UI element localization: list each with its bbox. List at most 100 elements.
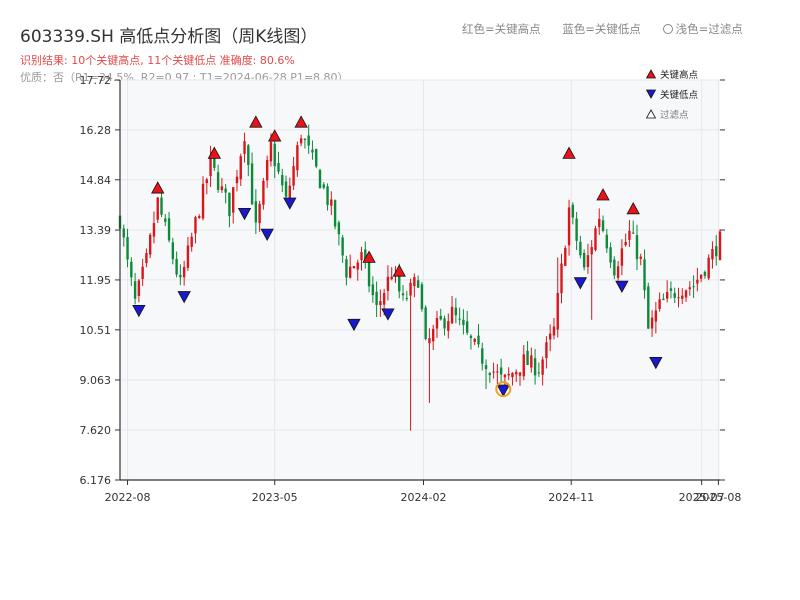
candle-body [684,290,688,298]
candle-body [654,310,658,322]
candle-body [156,197,159,220]
legend-item-filtered[interactable]: 过滤点 [646,104,698,124]
candle-body [541,359,544,375]
candle-body [379,301,382,306]
candle-body [209,156,212,177]
candle-body [616,266,620,279]
x-tick-label: 2022-08 [105,491,151,504]
candle-body [171,242,175,260]
candle-body [688,287,692,290]
y-tick-label: 6.176 [80,474,112,487]
candle-body [205,179,208,184]
candle-body [311,149,314,153]
candle-body [284,181,288,197]
candle-body [348,266,352,278]
candle-body [669,288,673,291]
candle-body [186,245,190,268]
candle-body [152,222,156,237]
candle-body [450,306,454,324]
candle-body [326,186,329,206]
candle-body [175,258,178,275]
candle-body [552,326,556,336]
candle-body [613,259,616,276]
candle-body [262,180,265,205]
candle-body [367,262,371,287]
candle-body [477,335,480,345]
candle-body [228,192,231,217]
candle-body [345,259,348,278]
candle-body [360,252,363,261]
candle-body [492,371,495,373]
legend-item-low[interactable]: 关键低点 [646,84,698,104]
candle-body [122,228,125,238]
blue-triangle-down-icon [646,89,656,99]
y-tick-label: 17.72 [80,74,112,87]
candle-body [624,241,627,246]
candle-body [571,204,575,218]
candle-body [469,335,473,339]
candle-body [420,284,424,310]
candle-body [590,247,593,255]
candle-body [511,372,514,378]
candle-body [435,318,439,329]
candle-body [292,166,295,186]
candle-body [179,274,182,278]
candle-body [443,318,446,329]
candle-body [462,319,465,325]
candle-body [481,348,484,364]
candle-body [213,158,216,168]
x-tick-label: 2024-11 [548,491,594,504]
candle-body [518,372,522,376]
candle-body [164,218,167,222]
candle-body [515,371,518,375]
candle-body [681,295,684,299]
candle-body [337,222,341,235]
candle-body [273,143,276,167]
candle-body [424,307,427,339]
marker-legend: 关键高点 关键低点 过滤点 [646,64,698,124]
candle-body [447,321,450,331]
y-tick-label: 10.51 [80,324,112,337]
candle-body [201,183,205,219]
y-tick-label: 9.063 [80,374,112,387]
candle-body [182,266,186,278]
candle-body [315,149,318,167]
candle-body [299,138,303,144]
candle-body [507,373,510,376]
candle-body [148,234,152,255]
candle-body [235,176,239,184]
candle-body [673,293,676,298]
candle-body [405,298,408,300]
candle-body [401,293,405,296]
candle-body [458,318,461,320]
candle-body [190,236,193,247]
candle-body [677,297,680,299]
candle-body [194,217,197,234]
candle-body [220,186,224,191]
candle-body [428,338,431,344]
candle-body [341,237,344,256]
candle-body [601,220,605,231]
candle-body [330,199,333,206]
candle-body [665,292,669,299]
candle-body [564,247,567,266]
candle-body [160,197,163,215]
candle-body [545,342,548,358]
legend-item-high[interactable]: 关键高点 [646,64,698,84]
candle-body [586,255,590,267]
candle-body [620,248,624,266]
candle-body [307,135,310,146]
candle-body [352,265,356,269]
candle-body [567,207,571,246]
candle-body [639,256,642,259]
candle-body [167,218,171,241]
candle-body [609,247,612,263]
candle-body [265,159,269,181]
legend-label-filtered: 过滤点 [660,110,689,121]
candle-body [416,280,420,288]
legend-label-high: 关键高点 [660,70,699,81]
candle-body [130,261,133,278]
candle-body [718,231,722,260]
candle-body [141,266,144,279]
candle-body [575,218,578,241]
